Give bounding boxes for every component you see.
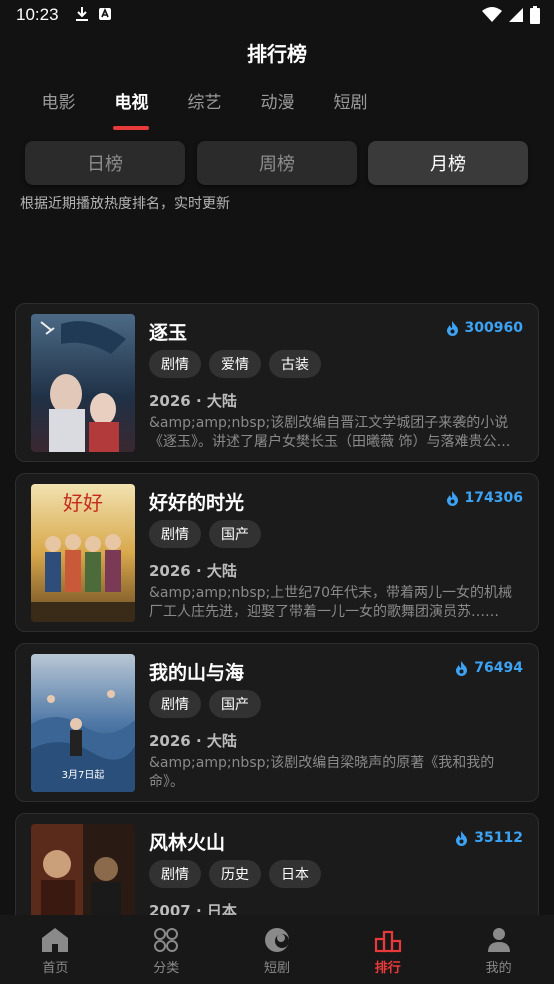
ranking-icon [374,930,401,953]
genre-tag: 剧情 [149,520,201,548]
signal-icon [509,8,523,22]
category-icon [154,928,179,952]
nav-home[interactable]: 首页 [0,915,111,984]
heat-score: 300960 [446,320,523,336]
genre-tag: 剧情 [149,860,201,888]
wifi-icon [482,7,502,22]
year-region: 2026 · 大陆 [149,562,237,580]
bottom-navigation: 首页 分类 短剧 排行 我的 [0,915,554,984]
tab-movie[interactable]: 电影 [22,88,95,138]
genre-tag: 爱情 [209,350,261,378]
item-description: &amp;amp;nbsp;该剧改编自晋江文学城团子来袭的小说《逐玉》。讲述了屠… [149,415,509,450]
heat-score: 76494 [455,660,523,676]
item-title: 风林火山 [149,832,226,854]
download-icon [76,7,88,21]
genre-tag: 剧情 [149,690,201,718]
year-region: 2007 · 日本 [149,902,237,915]
svg-text:好好: 好好 [63,491,103,515]
poster-image [31,314,135,452]
tab-tv[interactable]: 电视 [95,88,168,138]
nav-short-drama[interactable]: 短剧 [222,915,333,984]
item-title: 我的山与海 [149,662,245,684]
nav-ranking[interactable]: 排行 [332,915,443,984]
status-time: 10:23 [16,5,59,24]
status-right-icons [482,6,540,24]
period-weekly-button[interactable]: 周榜 [197,141,357,185]
ranking-description: 根据近期播放热度排名，实时更新 [20,196,230,212]
ranking-card[interactable]: 好好 好好的时光 174306 剧情 国产 2026 · 大陆 &amp;amp… [15,473,539,632]
item-description: &amp;amp;nbsp;上世纪70年代末，带着两儿一女的机械厂工人庄先进，迎… [149,585,513,620]
flame-icon [446,320,458,336]
genre-tag: 古装 [269,350,321,378]
tab-short-drama[interactable]: 短剧 [314,88,387,138]
short-drama-icon [264,928,289,952]
category-tabs: 电影 电视 综艺 动漫 短剧 [22,88,387,138]
battery-icon [530,6,540,24]
year-region: 2026 · 大陆 [149,732,237,750]
genre-tags: 剧情 爱情 古装 [149,350,321,378]
app-notification-icon [99,7,111,20]
active-tab-indicator [113,126,149,130]
genre-tag: 日本 [269,860,321,888]
year-region: 2026 · 大陆 [149,392,237,410]
period-daily-button[interactable]: 日榜 [25,141,185,185]
ranking-card[interactable]: 风林火山 35112 剧情 历史 日本 2007 · 日本 [15,813,539,915]
ranking-list[interactable]: 逐玉 300960 剧情 爱情 古装 2026 · 大陆 &amp;amp;nb… [15,303,539,915]
heat-score: 174306 [446,490,523,506]
poster-image [31,824,135,915]
status-left-icons [74,6,112,22]
status-bar: 10:23 [0,0,554,30]
genre-tag: 国产 [209,690,261,718]
page-title: 排行榜 [247,42,307,66]
genre-tags: 剧情 国产 [149,520,261,548]
genre-tags: 剧情 国产 [149,690,261,718]
ranking-card[interactable]: 3月7日起 我的山与海 76494 剧情 国产 2026 · 大陆 &amp;a… [15,643,539,802]
profile-icon [487,928,510,952]
genre-tags: 剧情 历史 日本 [149,860,321,888]
svg-text:3月7日起: 3月7日起 [62,769,105,781]
genre-tag: 历史 [209,860,261,888]
period-monthly-button[interactable]: 月榜 [368,141,528,185]
tab-variety[interactable]: 综艺 [168,88,241,138]
poster-image: 好好 [31,484,135,622]
nav-profile[interactable]: 我的 [443,915,554,984]
poster-image: 3月7日起 [31,654,135,792]
ranking-card[interactable]: 逐玉 300960 剧情 爱情 古装 2026 · 大陆 &amp;amp;nb… [15,303,539,462]
heat-score: 35112 [455,830,523,846]
item-title: 好好的时光 [149,492,245,514]
flame-icon [456,830,468,846]
genre-tag: 剧情 [149,350,201,378]
flame-icon [446,490,458,506]
genre-tag: 国产 [209,520,261,548]
tab-anime[interactable]: 动漫 [241,88,314,138]
item-title: 逐玉 [149,322,188,344]
item-description: &amp;amp;nbsp;该剧改编自梁晓声的原著《我和我的命》。 [149,755,495,790]
nav-category[interactable]: 分类 [111,915,222,984]
home-icon [42,928,69,952]
flame-icon [456,660,468,676]
